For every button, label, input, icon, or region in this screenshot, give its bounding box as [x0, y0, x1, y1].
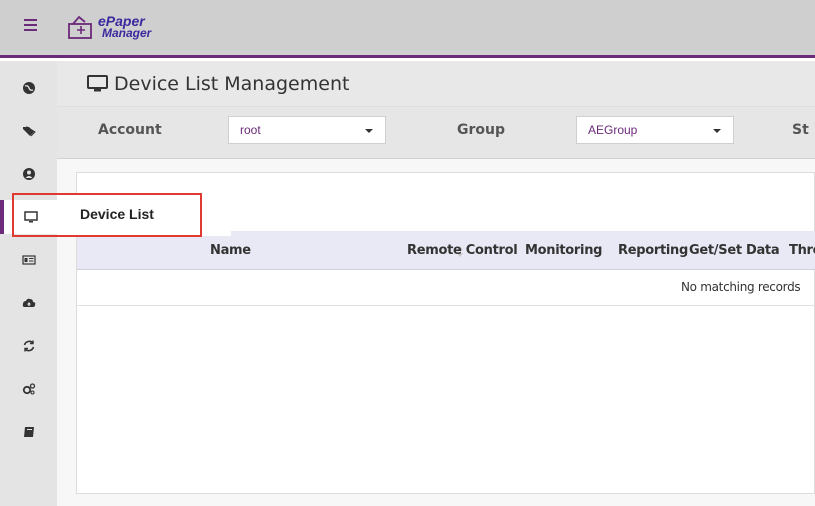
page-title: Device List Management [114, 73, 350, 95]
account-label: Account [98, 122, 162, 138]
group-label: Group [457, 122, 506, 138]
table-row: No matching records [77, 270, 815, 306]
cloud-upload-icon [22, 298, 35, 307]
sidebar-item-refresh[interactable] [0, 329, 57, 363]
empty-table-message: No matching records [681, 280, 801, 294]
main-content: Device List Management Account root Grou… [57, 61, 815, 506]
column-header-remote-control[interactable]: Remote Control [407, 243, 518, 258]
sidebar-item-upload[interactable] [0, 286, 57, 320]
group-select-value: AEGroup [588, 123, 638, 137]
chevron-down-icon [365, 129, 373, 133]
filter-bar: Account root Group AEGroup St [57, 107, 815, 159]
tags-icon [22, 126, 36, 137]
logo-text-manager: Manager [102, 26, 152, 40]
chevron-down-icon [713, 129, 721, 133]
id-card-icon [21, 255, 36, 265]
refresh-icon [23, 340, 34, 352]
sidebar-item-user[interactable] [0, 157, 57, 191]
sidebar-item-id-card[interactable] [0, 243, 57, 277]
cogs-icon [22, 383, 35, 395]
sidebar-item-tags[interactable] [0, 114, 57, 148]
sidebar-item-globe[interactable] [0, 71, 57, 105]
highlight-box [12, 193, 202, 237]
user-circle-icon [22, 168, 35, 180]
epaper-logo-icon [68, 15, 92, 39]
account-select-value: root [240, 123, 261, 137]
sidebar-item-book[interactable] [0, 415, 57, 449]
app-window: ePaper Manager Device List Management Ac… [0, 0, 815, 506]
book-icon [23, 427, 34, 437]
page-header: Device List Management [57, 61, 815, 107]
column-header-get-set-data[interactable]: Get/Set Data [689, 243, 780, 258]
globe-icon [22, 82, 35, 94]
account-select[interactable]: root [228, 116, 386, 144]
status-label: St [792, 122, 809, 138]
column-header-monitoring[interactable]: Monitoring [525, 243, 602, 258]
sidebar-item-settings[interactable] [0, 372, 57, 406]
monitor-icon [87, 75, 108, 92]
column-header-name[interactable]: Name [210, 243, 251, 258]
column-header-thre[interactable]: Thre [789, 243, 815, 258]
column-header-reporting[interactable]: Reporting [618, 243, 688, 258]
sidebar [0, 61, 57, 506]
top-bar: ePaper Manager [0, 0, 815, 58]
hamburger-menu-icon[interactable] [24, 19, 37, 33]
group-select[interactable]: AEGroup [576, 116, 734, 144]
